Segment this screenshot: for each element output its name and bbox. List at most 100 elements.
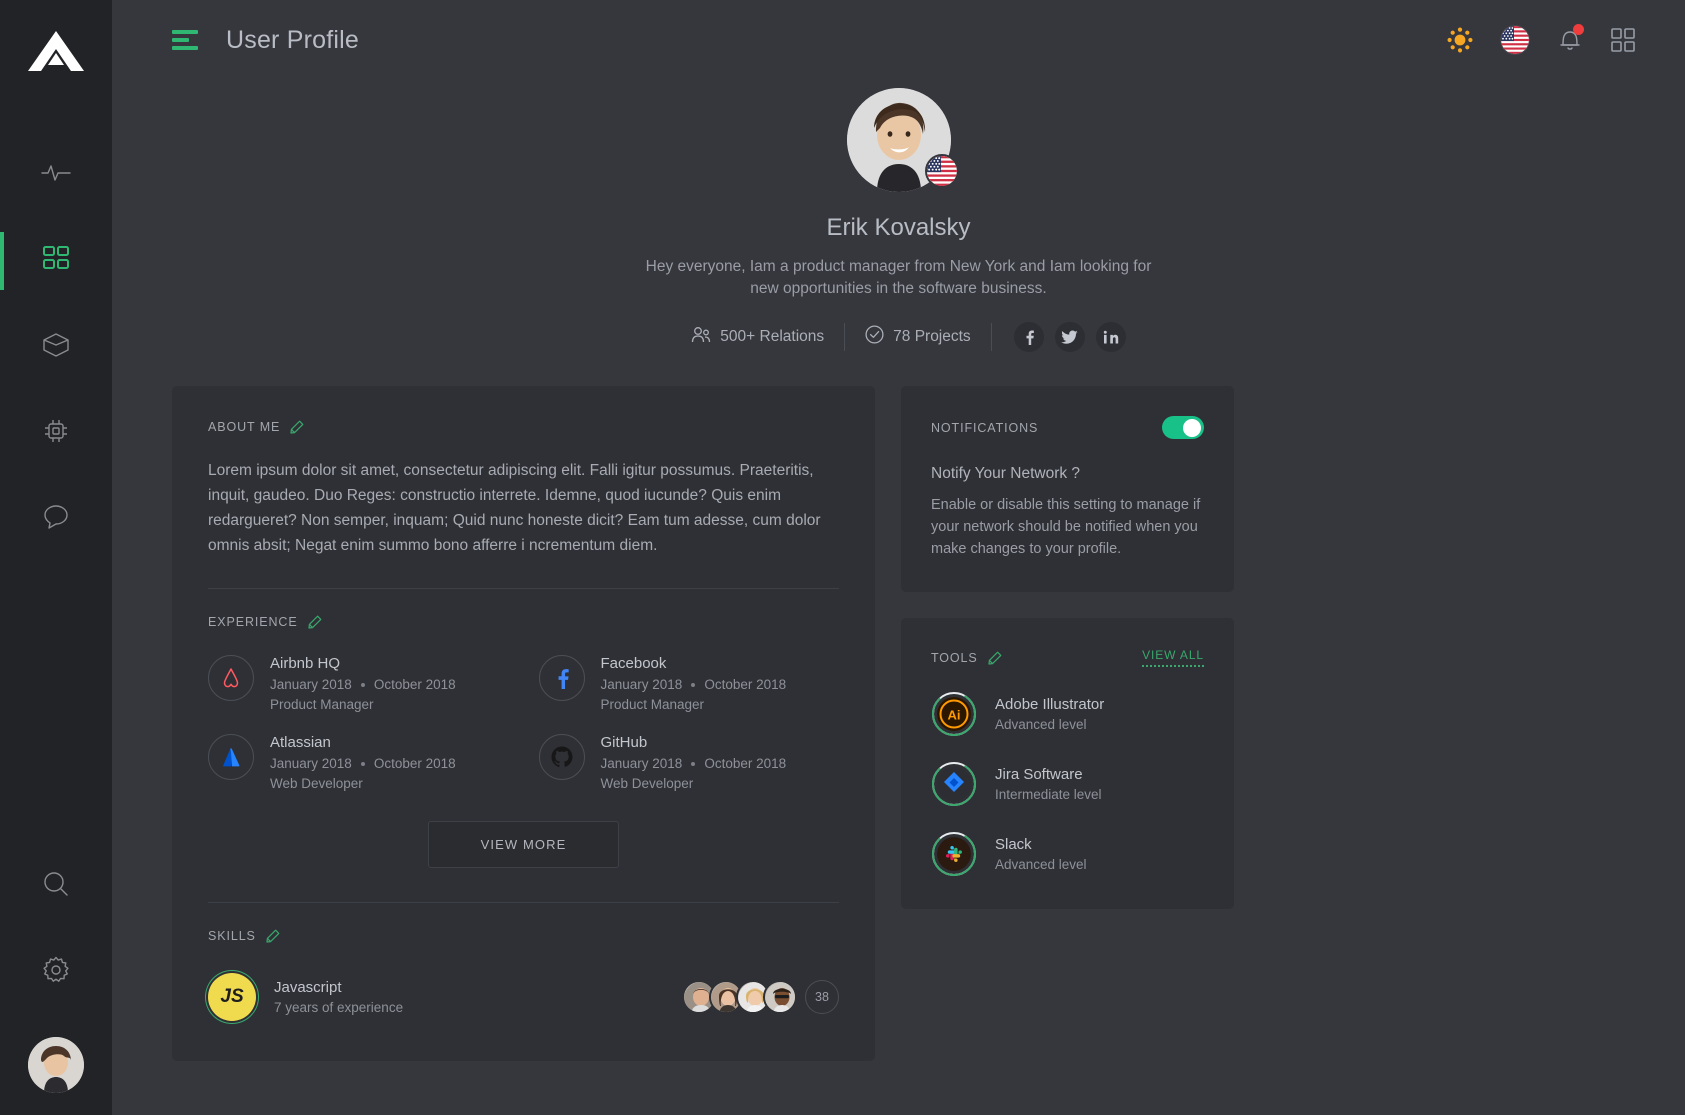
linkedin-link[interactable] <box>1095 322 1126 352</box>
view-more-button[interactable]: VIEW MORE <box>427 821 620 869</box>
check-circle-icon <box>865 325 884 349</box>
profile-avatar-wrap <box>846 88 959 192</box>
tool-meta: Adobe Illustrator Advanced level <box>995 696 1104 732</box>
experience-end: October 2018 <box>704 677 787 693</box>
sidebar-item-packages[interactable] <box>0 304 112 390</box>
gear-icon <box>42 956 70 989</box>
topbar-actions <box>1447 24 1635 54</box>
grid-apps-icon[interactable] <box>1611 28 1635 52</box>
sidebar-item-dashboard[interactable] <box>0 218 112 304</box>
divider-experience-skills <box>208 902 839 904</box>
facebook-link[interactable] <box>1013 322 1044 352</box>
tools-title: TOOLS <box>931 650 978 665</box>
experience-dates: January 2018 October 2018 <box>270 677 456 692</box>
sidebar-user-avatar[interactable] <box>28 1037 84 1093</box>
sidebar-item-messages[interactable] <box>0 476 112 562</box>
skills-title: SKILLS <box>208 929 256 944</box>
tool-level: Intermediate level <box>995 787 1102 803</box>
experience-role: Product Manager <box>270 697 374 713</box>
experience-end: October 2018 <box>704 756 787 772</box>
experience-company: Atlassian <box>270 734 331 752</box>
stat-projects[interactable]: 78 Projects <box>845 325 991 349</box>
airbnb-logo-icon <box>208 655 254 702</box>
pencil-icon[interactable] <box>307 615 322 630</box>
tool-name: Jira Software <box>995 766 1083 784</box>
sidebar-item-search[interactable] <box>0 843 112 929</box>
profile-country-flag-icon <box>924 154 959 188</box>
dot-separator-icon <box>691 682 696 687</box>
us-flag-icon[interactable] <box>1501 26 1529 54</box>
pencil-icon[interactable] <box>266 929 280 944</box>
notifications-toggle[interactable] <box>1162 416 1204 439</box>
stat-divider-2 <box>990 323 992 351</box>
profile-hero: Erik Kovalsky Hey everyone, Iam a produc… <box>112 80 1685 352</box>
app-root: User Profile Erik Kovalsky Hey everyone,… <box>0 0 1685 1115</box>
experience-list: Airbnb HQ January 2018 October 2018 Prod… <box>208 655 839 791</box>
dot-separator-icon <box>691 761 696 766</box>
notifications-header: NOTIFICATIONS <box>931 416 1204 439</box>
dot-separator-icon <box>360 682 365 687</box>
experience-header: EXPERIENCE <box>208 615 839 629</box>
experience-dates: January 2018 October 2018 <box>601 756 787 771</box>
bell-icon[interactable] <box>1557 24 1584 54</box>
experience-start: January 2018 <box>270 756 352 772</box>
pencil-icon[interactable] <box>988 651 1002 665</box>
stat-relations[interactable]: 500+ Relations <box>671 326 844 349</box>
experience-item[interactable]: Facebook January 2018 October 2018 Produ… <box>538 655 840 712</box>
toggle-knob <box>1183 418 1201 437</box>
chat-bubble-icon <box>42 504 70 535</box>
profile-bio: Hey everyone, Iam a product manager from… <box>645 258 1152 297</box>
sidebar-item-settings[interactable] <box>0 929 112 1015</box>
avatar[interactable] <box>763 980 797 1015</box>
skill-meta: Javascript 7 years of experience <box>274 979 403 1015</box>
experience-role: Web Developer <box>600 776 694 792</box>
tool-item[interactable]: Jira Software Intermediate level <box>931 761 1204 807</box>
sidebar-item-devices[interactable] <box>0 390 112 476</box>
pencil-icon[interactable] <box>290 420 304 434</box>
skill-name: Javascript <box>274 979 342 997</box>
experience-item[interactable]: GitHub January 2018 October 2018 Web Dev… <box>538 734 840 792</box>
tool-progress-ring <box>931 761 977 807</box>
pulse-icon <box>41 162 71 189</box>
divider-about-experience <box>208 588 839 590</box>
search-icon <box>42 870 70 903</box>
social-links <box>1013 322 1126 352</box>
profile-name: Erik Kovalsky <box>826 214 971 241</box>
experience-item[interactable]: Airbnb HQ January 2018 October 2018 Prod… <box>208 655 509 712</box>
github-logo-icon <box>538 734 585 781</box>
hamburger-icon[interactable] <box>172 30 198 50</box>
tool-item[interactable]: Slack Advanced level <box>931 831 1204 877</box>
sidebar-item-activity[interactable] <box>0 132 112 218</box>
tool-item[interactable]: Ai Adobe Illustrator Advanced level <box>931 691 1204 737</box>
adobe-illustrator-logo-icon: Ai <box>937 697 971 732</box>
page-title: User Profile <box>226 25 359 54</box>
triangle-logo[interactable] <box>27 22 85 80</box>
endorser-count[interactable]: 38 <box>805 980 839 1015</box>
experience-start: January 2018 <box>600 756 683 772</box>
tools-card: TOOLS VIEW ALL Ai Adobe Illustrator Adva… <box>901 618 1234 910</box>
tools-header: TOOLS VIEW ALL <box>931 648 1204 668</box>
slack-logo-icon <box>937 837 971 872</box>
svg-text:Ai: Ai <box>948 708 961 723</box>
facebook-logo-icon <box>538 655 585 702</box>
tool-level: Advanced level <box>995 717 1087 733</box>
main-content: User Profile Erik Kovalsky Hey everyone,… <box>112 0 1685 1115</box>
experience-company: GitHub <box>600 734 648 752</box>
experience-title: EXPERIENCE <box>208 615 298 630</box>
tool-level: Advanced level <box>995 857 1087 873</box>
sun-icon[interactable] <box>1447 27 1473 53</box>
notifications-card: NOTIFICATIONS Notify Your Network ? Enab… <box>901 386 1234 593</box>
experience-company: Facebook <box>600 655 667 673</box>
tool-progress-ring <box>931 831 977 877</box>
experience-start: January 2018 <box>270 677 352 693</box>
view-all-tools-link[interactable]: VIEW ALL <box>1142 648 1204 668</box>
skill-item: JS Javascript 7 years of experience 38 <box>208 973 839 1022</box>
twitter-link[interactable] <box>1054 322 1085 352</box>
right-column: NOTIFICATIONS Notify Your Network ? Enab… <box>901 386 1234 910</box>
chip-icon <box>42 417 70 450</box>
experience-item[interactable]: Atlassian January 2018 October 2018 Web … <box>208 734 509 791</box>
javascript-logo-icon: JS <box>208 973 256 1022</box>
users-icon <box>691 326 711 349</box>
content-area: ABOUT ME Lorem ipsum dolor sit amet, con… <box>112 352 1685 1062</box>
skill-experience: 7 years of experience <box>274 1000 404 1016</box>
